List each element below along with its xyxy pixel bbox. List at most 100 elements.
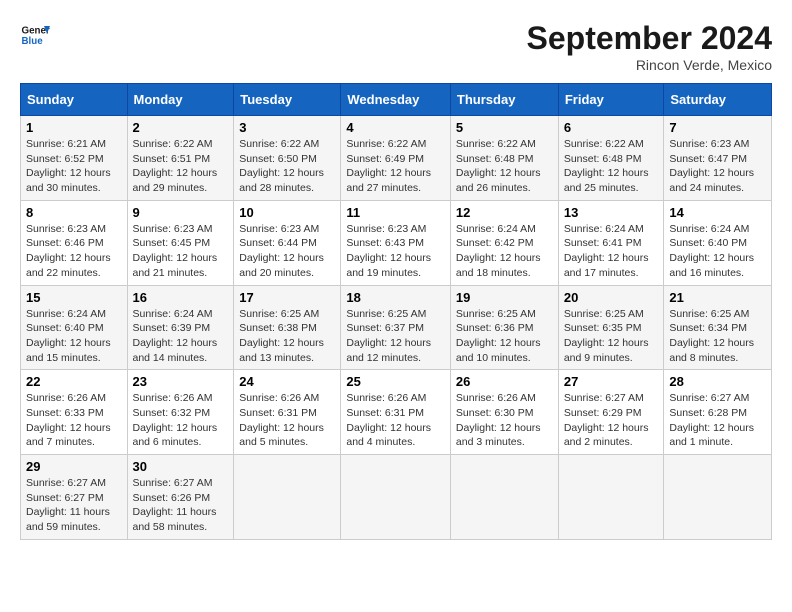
- location: Rincon Verde, Mexico: [527, 57, 772, 73]
- day-number: 7: [669, 120, 766, 135]
- day-info: Sunrise: 6:26 AM Sunset: 6:31 PM Dayligh…: [239, 391, 335, 450]
- day-number: 23: [133, 374, 229, 389]
- table-row: 1 Sunrise: 6:21 AM Sunset: 6:52 PM Daylig…: [21, 116, 128, 201]
- table-row: 15Sunrise: 6:24 AM Sunset: 6:40 PM Dayli…: [21, 285, 128, 370]
- title-area: September 2024 Rincon Verde, Mexico: [527, 20, 772, 73]
- logo: General Blue: [20, 20, 50, 50]
- day-number: 30: [133, 459, 229, 474]
- table-row: [341, 455, 451, 540]
- calendar-header-row: Sunday Monday Tuesday Wednesday Thursday…: [21, 84, 772, 116]
- table-row: 10Sunrise: 6:23 AM Sunset: 6:44 PM Dayli…: [234, 200, 341, 285]
- day-number: 28: [669, 374, 766, 389]
- table-row: 22Sunrise: 6:26 AM Sunset: 6:33 PM Dayli…: [21, 370, 128, 455]
- day-number: 4: [346, 120, 445, 135]
- table-row: 20 Sunrise: 6:25 AM Sunset: 6:35 PM Dayli…: [558, 285, 664, 370]
- day-number: 21: [669, 290, 766, 305]
- logo-icon: General Blue: [20, 20, 50, 50]
- day-number: 11: [346, 205, 445, 220]
- day-info: Sunrise: 6:22 AM Sunset: 6:48 PM Dayligh…: [456, 137, 553, 196]
- day-number: 25: [346, 374, 445, 389]
- day-info: Sunrise: 6:26 AM Sunset: 6:30 PM Dayligh…: [456, 391, 553, 450]
- day-number: 19: [456, 290, 553, 305]
- day-info: Sunrise: 6:24 AM Sunset: 6:40 PM Dayligh…: [26, 307, 122, 366]
- calendar-week-row: 1 Sunrise: 6:21 AM Sunset: 6:52 PM Daylig…: [21, 116, 772, 201]
- day-info: Sunrise: 6:25 AM Sunset: 6:34 PM Dayligh…: [669, 307, 766, 366]
- day-number: 22: [26, 374, 122, 389]
- table-row: 12 Sunrise: 6:24 AM Sunset: 6:42 PM Dayli…: [450, 200, 558, 285]
- calendar-week-row: 22Sunrise: 6:26 AM Sunset: 6:33 PM Dayli…: [21, 370, 772, 455]
- day-number: 18: [346, 290, 445, 305]
- table-row: 8 Sunrise: 6:23 AM Sunset: 6:46 PM Daylig…: [21, 200, 128, 285]
- day-info: Sunrise: 6:22 AM Sunset: 6:50 PM Dayligh…: [239, 137, 335, 196]
- day-info: Sunrise: 6:25 AM Sunset: 6:35 PM Dayligh…: [564, 307, 659, 366]
- table-row: 30 Sunrise: 6:27 AM Sunset: 6:26 PM Dayli…: [127, 455, 234, 540]
- table-row: 3 Sunrise: 6:22 AM Sunset: 6:50 PM Daylig…: [234, 116, 341, 201]
- day-number: 24: [239, 374, 335, 389]
- day-number: 26: [456, 374, 553, 389]
- table-row: 18Sunrise: 6:25 AM Sunset: 6:37 PM Dayli…: [341, 285, 451, 370]
- table-row: 21 Sunrise: 6:25 AM Sunset: 6:34 PM Dayli…: [664, 285, 772, 370]
- table-row: 14Sunrise: 6:24 AM Sunset: 6:40 PM Dayli…: [664, 200, 772, 285]
- table-row: 13 Sunrise: 6:24 AM Sunset: 6:41 PM Dayli…: [558, 200, 664, 285]
- day-number: 20: [564, 290, 659, 305]
- col-thursday: Thursday: [450, 84, 558, 116]
- day-number: 9: [133, 205, 229, 220]
- col-monday: Monday: [127, 84, 234, 116]
- day-info: Sunrise: 6:23 AM Sunset: 6:43 PM Dayligh…: [346, 222, 445, 281]
- day-number: 2: [133, 120, 229, 135]
- col-saturday: Saturday: [664, 84, 772, 116]
- table-row: 24 Sunrise: 6:26 AM Sunset: 6:31 PM Dayli…: [234, 370, 341, 455]
- svg-text:Blue: Blue: [22, 36, 44, 47]
- day-info: Sunrise: 6:23 AM Sunset: 6:44 PM Dayligh…: [239, 222, 335, 281]
- day-number: 12: [456, 205, 553, 220]
- day-number: 1: [26, 120, 122, 135]
- day-info: Sunrise: 6:23 AM Sunset: 6:47 PM Dayligh…: [669, 137, 766, 196]
- table-row: 16 Sunrise: 6:24 AM Sunset: 6:39 PM Dayli…: [127, 285, 234, 370]
- calendar-week-row: 15Sunrise: 6:24 AM Sunset: 6:40 PM Dayli…: [21, 285, 772, 370]
- day-info: Sunrise: 6:27 AM Sunset: 6:26 PM Dayligh…: [133, 476, 229, 535]
- day-number: 14: [669, 205, 766, 220]
- table-row: 27Sunrise: 6:27 AM Sunset: 6:29 PM Dayli…: [558, 370, 664, 455]
- day-info: Sunrise: 6:24 AM Sunset: 6:42 PM Dayligh…: [456, 222, 553, 281]
- table-row: 9 Sunrise: 6:23 AM Sunset: 6:45 PM Daylig…: [127, 200, 234, 285]
- col-sunday: Sunday: [21, 84, 128, 116]
- table-row: 4 Sunrise: 6:22 AM Sunset: 6:49 PM Daylig…: [341, 116, 451, 201]
- day-info: Sunrise: 6:23 AM Sunset: 6:46 PM Dayligh…: [26, 222, 122, 281]
- day-info: Sunrise: 6:24 AM Sunset: 6:39 PM Dayligh…: [133, 307, 229, 366]
- table-row: 29Sunrise: 6:27 AM Sunset: 6:27 PM Dayli…: [21, 455, 128, 540]
- day-number: 17: [239, 290, 335, 305]
- table-row: [558, 455, 664, 540]
- table-row: 25 Sunrise: 6:26 AM Sunset: 6:31 PM Dayli…: [341, 370, 451, 455]
- day-info: Sunrise: 6:22 AM Sunset: 6:51 PM Dayligh…: [133, 137, 229, 196]
- day-number: 16: [133, 290, 229, 305]
- calendar-week-row: 29Sunrise: 6:27 AM Sunset: 6:27 PM Dayli…: [21, 455, 772, 540]
- day-number: 3: [239, 120, 335, 135]
- table-row: 26 Sunrise: 6:26 AM Sunset: 6:30 PM Dayli…: [450, 370, 558, 455]
- table-row: 11 Sunrise: 6:23 AM Sunset: 6:43 PM Dayli…: [341, 200, 451, 285]
- table-row: 2 Sunrise: 6:22 AM Sunset: 6:51 PM Daylig…: [127, 116, 234, 201]
- day-number: 8: [26, 205, 122, 220]
- table-row: [234, 455, 341, 540]
- col-tuesday: Tuesday: [234, 84, 341, 116]
- day-info: Sunrise: 6:23 AM Sunset: 6:45 PM Dayligh…: [133, 222, 229, 281]
- col-wednesday: Wednesday: [341, 84, 451, 116]
- table-row: 7 Sunrise: 6:23 AM Sunset: 6:47 PM Daylig…: [664, 116, 772, 201]
- table-row: [450, 455, 558, 540]
- day-info: Sunrise: 6:27 AM Sunset: 6:28 PM Dayligh…: [669, 391, 766, 450]
- day-info: Sunrise: 6:21 AM Sunset: 6:52 PM Dayligh…: [26, 137, 122, 196]
- day-info: Sunrise: 6:25 AM Sunset: 6:36 PM Dayligh…: [456, 307, 553, 366]
- day-info: Sunrise: 6:26 AM Sunset: 6:31 PM Dayligh…: [346, 391, 445, 450]
- table-row: 5Sunrise: 6:22 AM Sunset: 6:48 PM Daylig…: [450, 116, 558, 201]
- month-title: September 2024: [527, 20, 772, 57]
- day-number: 6: [564, 120, 659, 135]
- day-info: Sunrise: 6:27 AM Sunset: 6:29 PM Dayligh…: [564, 391, 659, 450]
- day-number: 13: [564, 205, 659, 220]
- day-info: Sunrise: 6:24 AM Sunset: 6:41 PM Dayligh…: [564, 222, 659, 281]
- table-row: 17Sunrise: 6:25 AM Sunset: 6:38 PM Dayli…: [234, 285, 341, 370]
- table-row: 23 Sunrise: 6:26 AM Sunset: 6:32 PM Dayli…: [127, 370, 234, 455]
- day-info: Sunrise: 6:26 AM Sunset: 6:32 PM Dayligh…: [133, 391, 229, 450]
- day-info: Sunrise: 6:22 AM Sunset: 6:49 PM Dayligh…: [346, 137, 445, 196]
- day-info: Sunrise: 6:22 AM Sunset: 6:48 PM Dayligh…: [564, 137, 659, 196]
- table-row: 28 Sunrise: 6:27 AM Sunset: 6:28 PM Dayli…: [664, 370, 772, 455]
- table-row: 19 Sunrise: 6:25 AM Sunset: 6:36 PM Dayli…: [450, 285, 558, 370]
